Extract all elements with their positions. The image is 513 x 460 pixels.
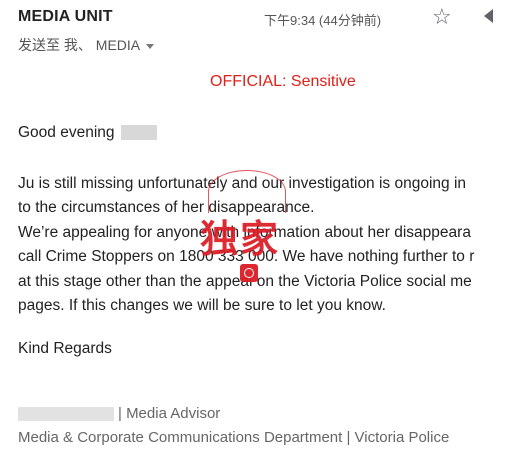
message-timestamp: 下午9:34 (44分钟前) xyxy=(264,13,382,28)
classification-label: OFFICIAL: Sensitive xyxy=(210,73,356,90)
body-line: Ju is still missing unfortunately and ou… xyxy=(18,175,467,192)
chevron-down-icon xyxy=(146,43,155,49)
body-line: at this stage other than the appeal on t… xyxy=(18,272,472,290)
message-body: Ju is still missing unfortunately and ou… xyxy=(18,172,496,318)
greeting-line: Good evening xyxy=(18,124,157,142)
signature-title: | Media Advisor xyxy=(118,405,221,422)
redacted-signer xyxy=(18,407,114,422)
body-line: We’re appealing for anyone with informat… xyxy=(18,223,471,241)
body-line: pages. If this changes we will be sure t… xyxy=(18,297,386,315)
star-icon[interactable]: ☆ xyxy=(432,6,452,28)
closing-line: Kind Regards xyxy=(18,340,112,357)
body-line: call Crime Stoppers on 1800 333 000. We … xyxy=(18,248,475,266)
redacted-name xyxy=(120,125,157,141)
body-line: to the circumstances of her disappearanc… xyxy=(18,199,315,217)
recipients-toggle[interactable]: 发送至 我、 MEDIA xyxy=(18,35,155,55)
recipients-label: 发送至 我、 MEDIA xyxy=(18,37,141,53)
signature-department: Media & Corporate Communications Departm… xyxy=(18,429,450,446)
more-options-icon[interactable] xyxy=(484,9,493,23)
greeting-text: Good evening xyxy=(18,124,115,141)
signature-title-line: | Media Advisor xyxy=(18,405,220,422)
sender-name: MEDIA UNIT xyxy=(18,8,113,25)
